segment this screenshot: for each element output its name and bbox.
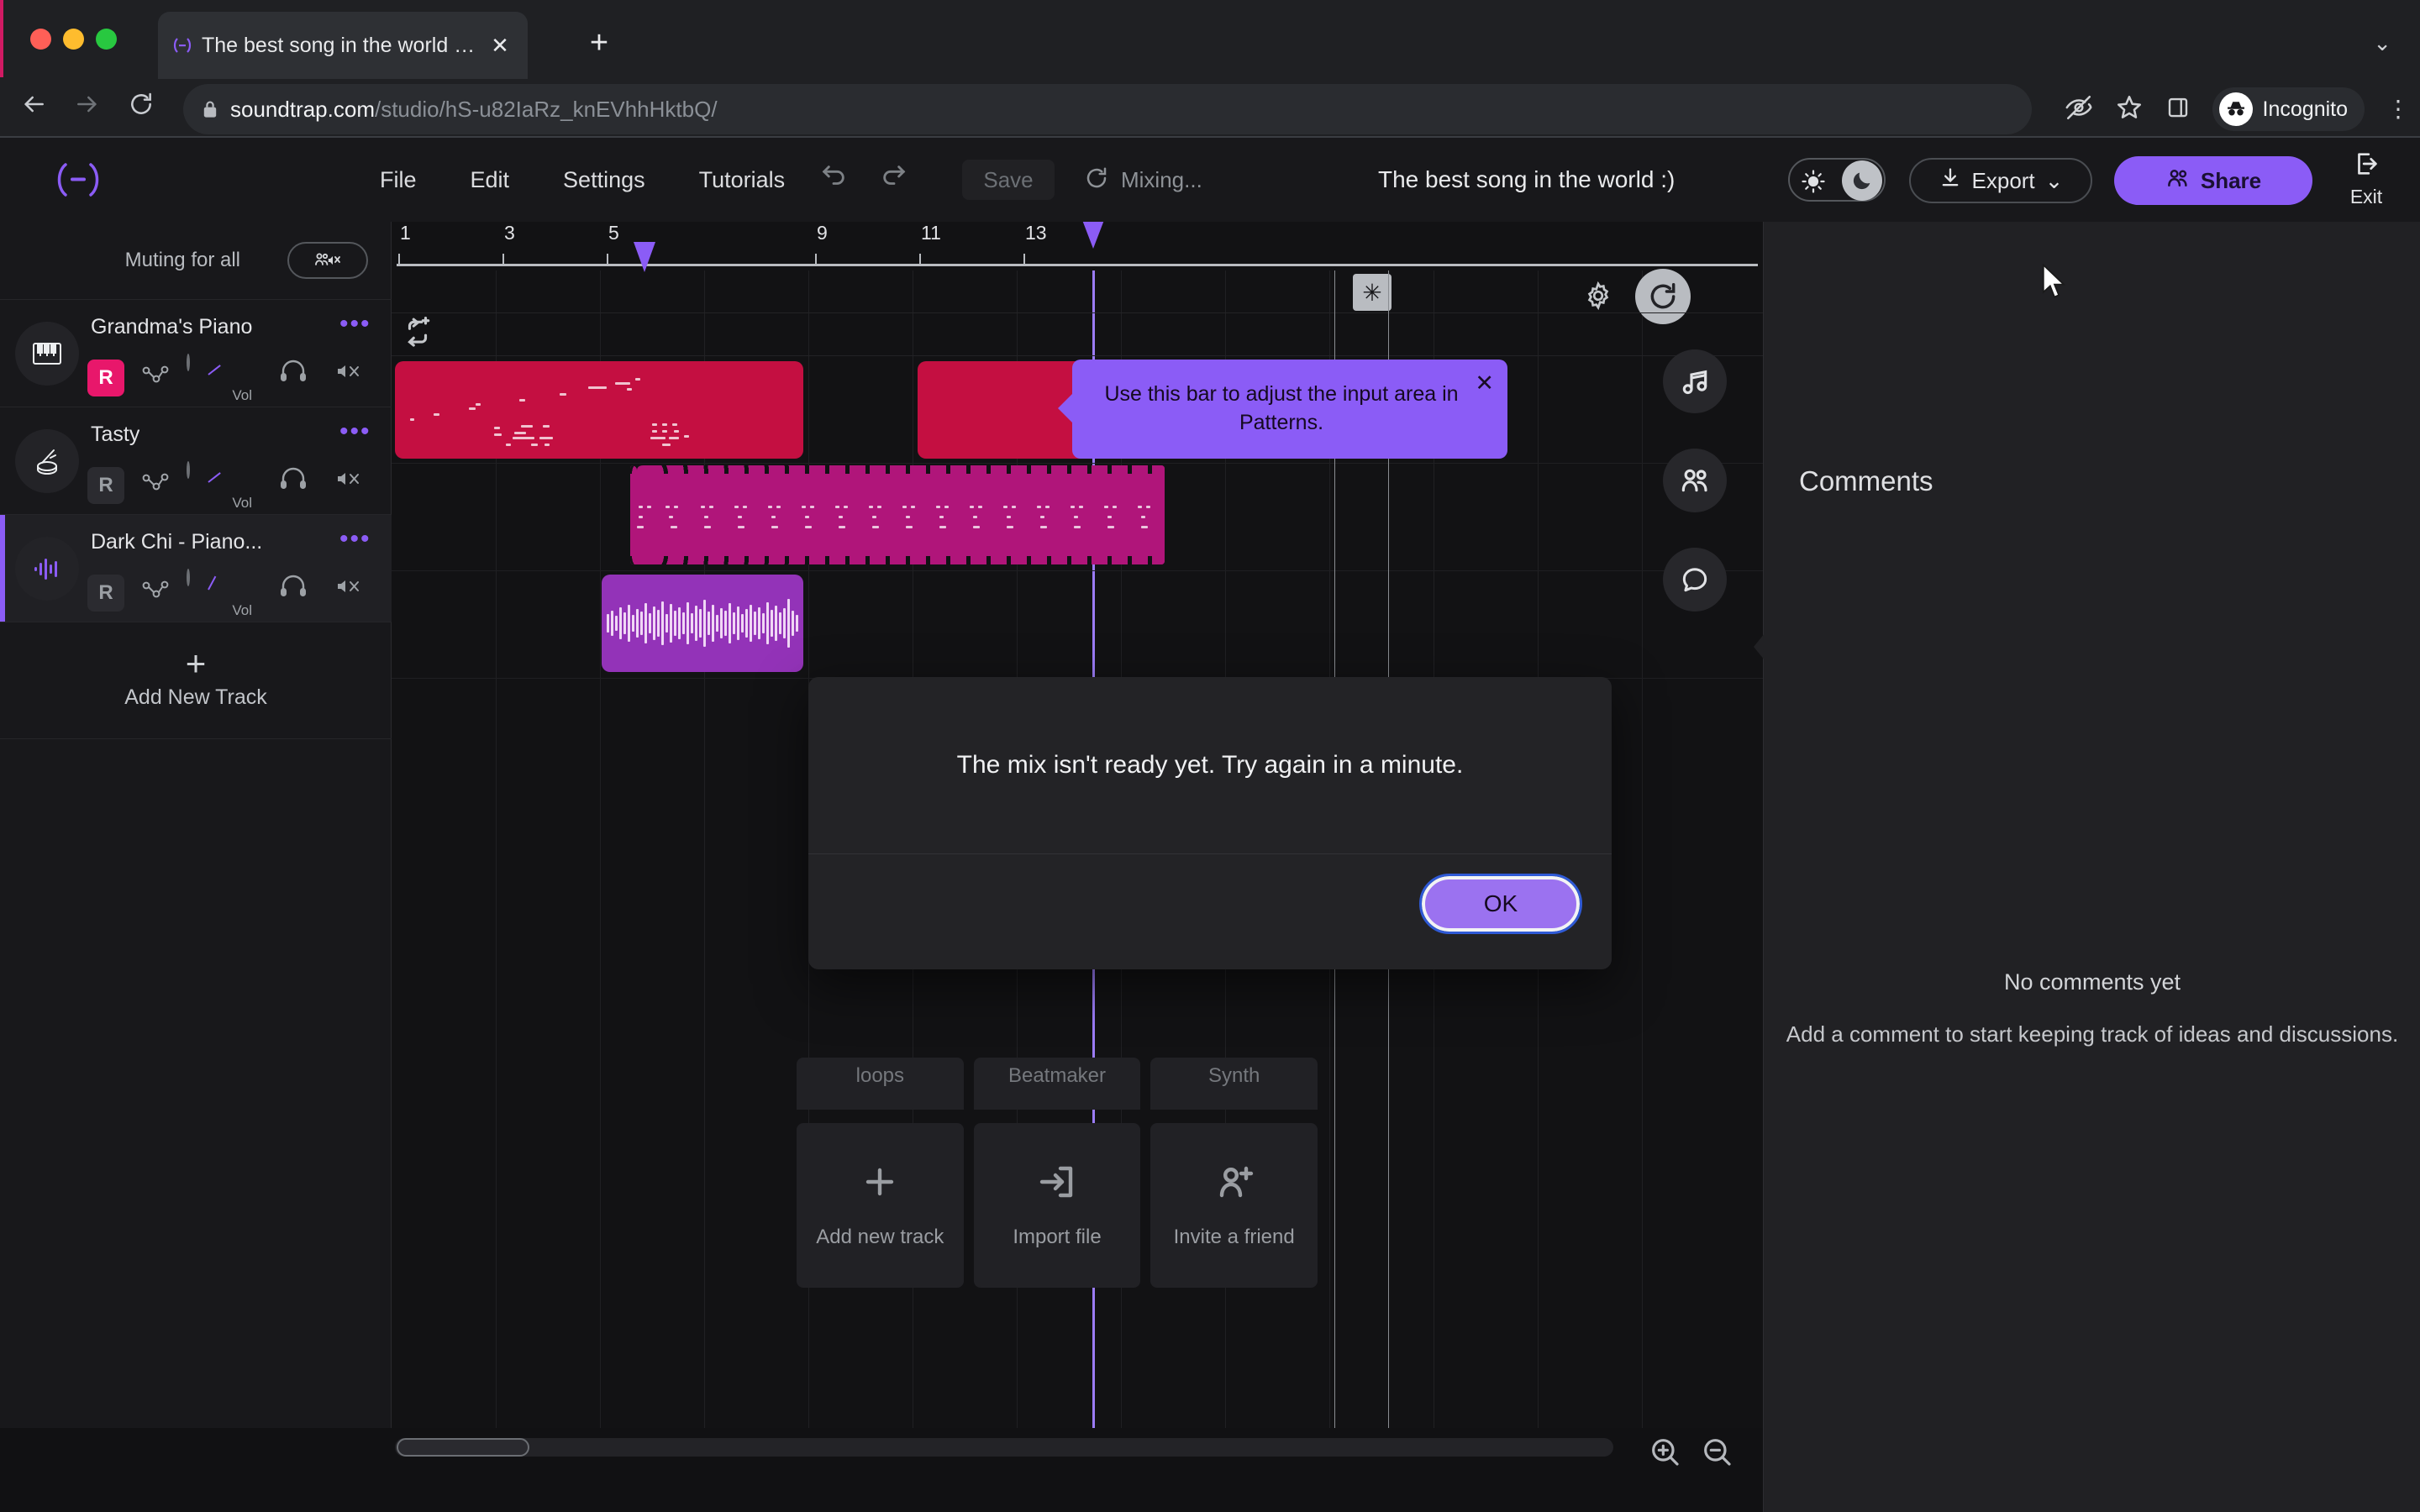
- modal-footer: OK: [808, 854, 1612, 969]
- ok-button[interactable]: OK: [1419, 874, 1582, 934]
- modal-message: The mix isn't ready yet. Try again in a …: [956, 751, 1464, 779]
- modal-body: The mix isn't ready yet. Try again in a …: [808, 677, 1612, 853]
- mix-not-ready-dialog: The mix isn't ready yet. Try again in a …: [808, 677, 1612, 969]
- modal-overlay: The mix isn't ready yet. Try again in a …: [0, 0, 2420, 1512]
- app-root: The best song in the world :) - ✕ + ⌄ so…: [0, 0, 2420, 1512]
